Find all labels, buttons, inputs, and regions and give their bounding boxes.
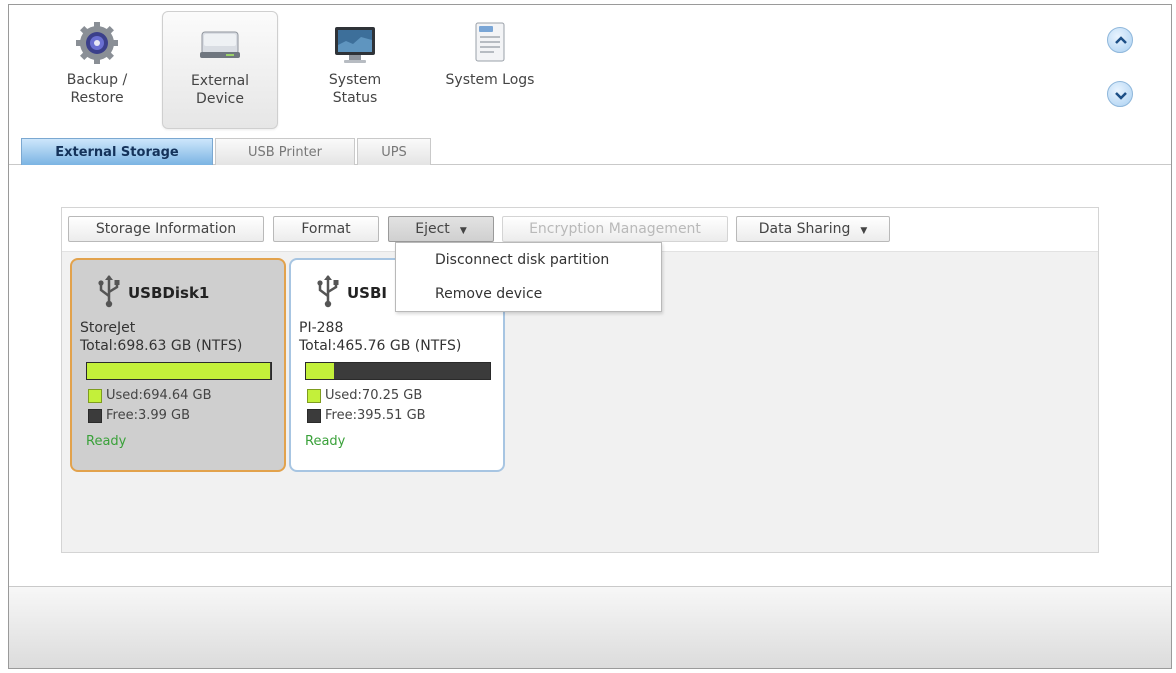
nav-backup-restore[interactable]: Backup / Restore <box>39 11 155 129</box>
tab-ups[interactable]: UPS <box>357 138 431 165</box>
top-nav-bar: Backup / Restore External Device System … <box>9 5 1171 165</box>
usage-bar <box>305 362 491 380</box>
log-document-icon <box>475 22 505 62</box>
nav-system-logs[interactable]: System Logs <box>422 11 558 129</box>
data-sharing-label: Data Sharing <box>758 221 851 237</box>
free-text: Free:3.99 GB <box>106 408 191 423</box>
used-text: Used:694.64 GB <box>106 388 212 403</box>
eject-label: Eject <box>415 221 450 237</box>
bottom-bar <box>9 586 1171 668</box>
menu-item-disconnect-partition[interactable]: Disconnect disk partition <box>396 243 661 277</box>
data-sharing-button[interactable]: Data Sharing ▼ <box>736 216 890 242</box>
disk-status: Ready <box>305 434 346 449</box>
nav-label: External Device <box>190 73 250 107</box>
disk-vendor: StoreJet <box>80 320 136 336</box>
free-text: Free:395.51 GB <box>325 408 426 423</box>
used-swatch <box>88 388 102 403</box>
nav-label: System Logs <box>445 72 535 88</box>
disk-card[interactable]: USBDisk1 StoreJet Total:698.63 GB (NTFS)… <box>70 258 286 472</box>
free-legend: Free:395.51 GB <box>307 408 426 423</box>
disk-name: USBI <box>347 284 387 302</box>
used-legend: Used:694.64 GB <box>88 388 212 403</box>
free-swatch <box>307 408 321 423</box>
usage-bar <box>86 362 272 380</box>
disk-status: Ready <box>86 434 127 449</box>
disk-vendor: PI-288 <box>299 320 344 336</box>
scroll-down-button[interactable] <box>1107 81 1133 107</box>
tab-usb-printer[interactable]: USB Printer <box>215 138 355 165</box>
eject-dropdown-menu: Disconnect disk partition Remove device <box>395 242 662 312</box>
usb-icon <box>317 275 339 308</box>
used-text: Used:70.25 GB <box>325 388 423 403</box>
free-legend: Free:3.99 GB <box>88 408 190 423</box>
used-legend: Used:70.25 GB <box>307 388 422 403</box>
nav-label: Backup / Restore <box>66 72 128 106</box>
eject-button[interactable]: Eject ▼ <box>388 216 494 242</box>
scroll-up-button[interactable] <box>1107 27 1133 53</box>
disk-name: USBDisk1 <box>128 284 210 302</box>
caret-down-icon: ▼ <box>860 226 868 236</box>
encryption-management-button[interactable]: Encryption Management <box>502 216 728 242</box>
disk-total: Total:698.63 GB (NTFS) <box>80 338 243 354</box>
nav-system-status[interactable]: System Status <box>297 11 413 129</box>
tab-external-storage[interactable]: External Storage <box>21 138 213 165</box>
caret-down-icon: ▼ <box>459 226 467 236</box>
monitor-icon <box>335 27 375 63</box>
disk-total: Total:465.76 GB (NTFS) <box>299 338 462 354</box>
usage-bar-fill <box>87 363 270 379</box>
usage-bar-fill <box>306 363 334 379</box>
used-swatch <box>307 388 321 403</box>
usb-icon <box>98 275 120 308</box>
menu-item-remove-device[interactable]: Remove device <box>396 277 661 311</box>
free-swatch <box>88 408 102 423</box>
format-button[interactable]: Format <box>273 216 379 242</box>
chevron-down-icon <box>1115 92 1127 100</box>
chevron-up-icon <box>1115 36 1127 44</box>
gear-disc-icon <box>76 22 118 64</box>
external-drive-icon <box>200 31 240 58</box>
nav-external-device[interactable]: External Device <box>162 11 278 129</box>
app-window: Backup / Restore External Device System … <box>8 4 1172 669</box>
nav-label: System Status <box>328 72 382 106</box>
storage-information-button[interactable]: Storage Information <box>68 216 264 242</box>
